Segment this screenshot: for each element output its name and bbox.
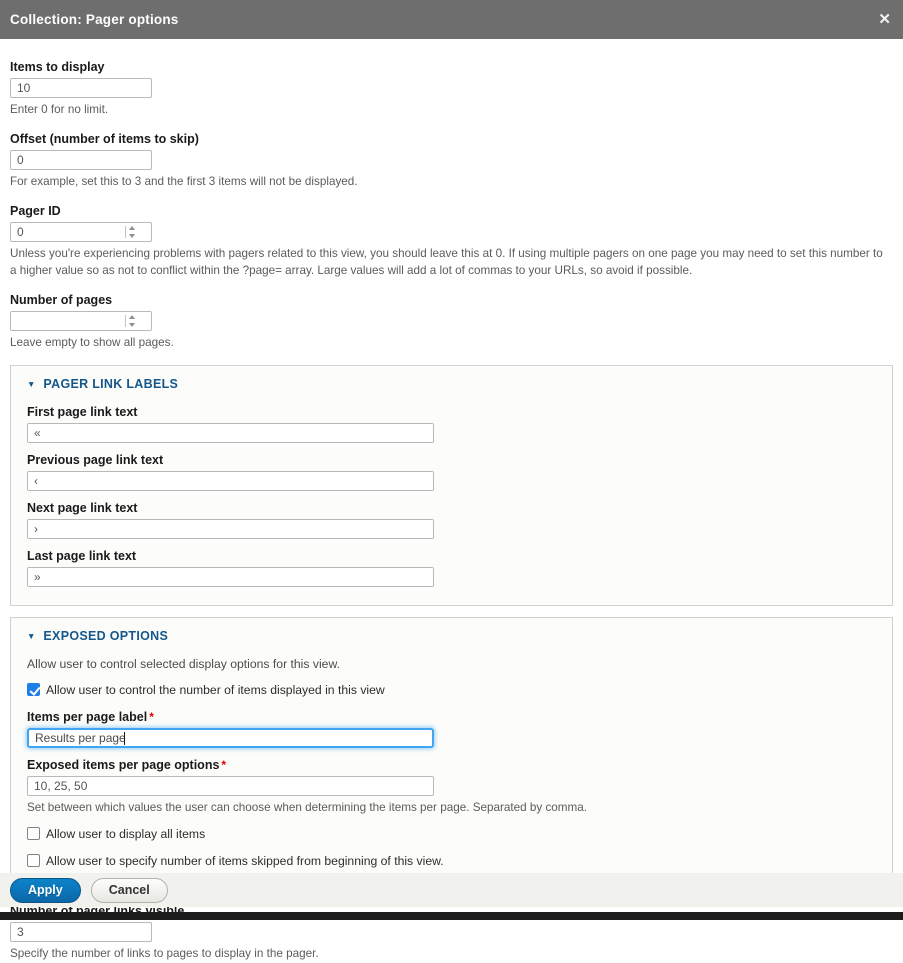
field-items-per-page-label: Items per page label* (27, 710, 876, 748)
number-of-pages-help: Leave empty to show all pages. (10, 335, 890, 352)
checkbox-unchecked-icon[interactable] (27, 854, 40, 867)
previous-page-link-text-label: Previous page link text (27, 453, 876, 467)
checkbox-unchecked-icon[interactable] (27, 827, 40, 840)
pager-id-label: Pager ID (10, 204, 893, 218)
field-next-page-link-text: Next page link text (27, 501, 876, 539)
checkbox-skip-items[interactable]: Allow user to specify number of items sk… (27, 854, 876, 868)
field-exposed-items-per-page-options: Exposed items per page options* Set betw… (27, 758, 876, 817)
pager-links-visible-input[interactable] (10, 922, 152, 942)
items-to-display-input[interactable] (10, 78, 152, 98)
checkbox-display-all-items[interactable]: Allow user to display all items (27, 827, 876, 841)
required-asterisk: * (221, 758, 226, 772)
chevron-down-icon: ▼ (27, 380, 35, 389)
checkbox-label: Allow user to display all items (46, 827, 205, 841)
text-cursor (124, 732, 125, 745)
previous-page-link-text-input[interactable] (27, 471, 434, 491)
last-page-link-text-label: Last page link text (27, 549, 876, 563)
required-asterisk: * (149, 710, 154, 724)
field-pager-id: Pager ID Unless you're experiencing prob… (10, 204, 893, 280)
field-last-page-link-text: Last page link text (27, 549, 876, 587)
dialog-footer: Apply Cancel (0, 873, 903, 907)
dialog-header: Collection: Pager options ✕ (0, 0, 903, 39)
dialog-body: Items to display Enter 0 for no limit. O… (0, 39, 903, 963)
field-first-page-link-text: First page link text (27, 405, 876, 443)
close-icon[interactable]: ✕ (878, 12, 891, 27)
number-spinner-icon[interactable] (125, 315, 134, 327)
items-per-page-label-input[interactable] (27, 728, 434, 748)
number-spinner-icon[interactable] (125, 226, 134, 238)
next-page-link-text-label: Next page link text (27, 501, 876, 515)
apply-button[interactable]: Apply (10, 878, 81, 903)
last-page-link-text-input[interactable] (27, 567, 434, 587)
pager-links-visible-help: Specify the number of links to pages to … (10, 946, 890, 963)
pager-id-help: Unless you're experiencing problems with… (10, 246, 890, 280)
cancel-button[interactable]: Cancel (91, 878, 168, 903)
dialog-title: Collection: Pager options (10, 12, 179, 27)
legend-label: EXPOSED OPTIONS (43, 629, 168, 643)
checkbox-checked-icon[interactable] (27, 683, 40, 696)
exposed-options-legend[interactable]: ▼ EXPOSED OPTIONS (27, 629, 876, 643)
exposed-items-options-label-text: Exposed items per page options (27, 758, 219, 772)
chevron-down-icon: ▼ (27, 632, 35, 641)
legend-label: PAGER LINK LABELS (43, 377, 178, 391)
pager-link-labels-legend[interactable]: ▼ PAGER LINK LABELS (27, 377, 876, 391)
exposed-options-intro: Allow user to control selected display o… (27, 657, 876, 671)
field-items-to-display: Items to display Enter 0 for no limit. (10, 60, 893, 119)
items-to-display-help: Enter 0 for no limit. (10, 102, 890, 119)
next-page-link-text-input[interactable] (27, 519, 434, 539)
offset-label: Offset (number of items to skip) (10, 132, 893, 146)
checkbox-label: Allow user to control the number of item… (46, 683, 385, 697)
field-offset: Offset (number of items to skip) For exa… (10, 132, 893, 191)
fieldset-exposed-options: ▼ EXPOSED OPTIONS Allow user to control … (10, 617, 893, 889)
checkbox-label: Allow user to specify number of items sk… (46, 854, 444, 868)
checkbox-control-number-of-items[interactable]: Allow user to control the number of item… (27, 683, 876, 697)
exposed-items-options-help: Set between which values the user can ch… (27, 800, 876, 817)
offset-help: For example, set this to 3 and the first… (10, 174, 890, 191)
first-page-link-text-input[interactable] (27, 423, 434, 443)
number-of-pages-label: Number of pages (10, 293, 893, 307)
exposed-items-options-input[interactable] (27, 776, 434, 796)
items-per-page-label-text: Items per page label (27, 710, 147, 724)
items-to-display-label: Items to display (10, 60, 893, 74)
field-previous-page-link-text: Previous page link text (27, 453, 876, 491)
page-background-strip (0, 912, 903, 920)
first-page-link-text-label: First page link text (27, 405, 876, 419)
offset-input[interactable] (10, 150, 152, 170)
fieldset-pager-link-labels: ▼ PAGER LINK LABELS First page link text… (10, 365, 893, 606)
field-number-of-pages: Number of pages Leave empty to show all … (10, 293, 893, 352)
